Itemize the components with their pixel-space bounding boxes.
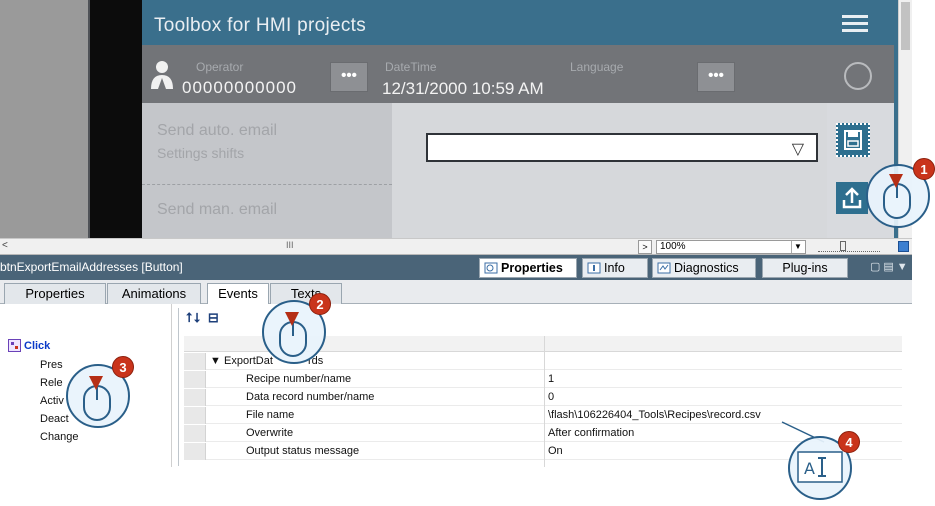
param-name: Output status message — [246, 445, 360, 457]
param-row[interactable]: Recipe number/name 1 — [184, 371, 902, 388]
datetime-value: 12/31/2000 10:59 AM — [382, 79, 544, 98]
user-icon — [150, 60, 174, 90]
tab-properties[interactable]: Properties — [479, 258, 577, 278]
export-email-addresses-button[interactable] — [836, 182, 868, 214]
operator-more-button[interactable]: ••• — [330, 62, 368, 92]
diagnostics-icon — [657, 261, 671, 274]
upload-icon — [842, 187, 862, 209]
info-icon — [587, 261, 601, 274]
device-frame — [90, 0, 142, 238]
splitter[interactable] — [178, 308, 179, 466]
events-panel: Click Pres Rele Activ Deact Change ⭡⭣ ⊟ … — [0, 304, 912, 467]
properties-icon — [484, 261, 498, 274]
callout-number-badge: 1 — [913, 158, 935, 180]
scroll-right-icon[interactable]: > — [638, 240, 652, 254]
event-click[interactable]: Click — [24, 340, 50, 352]
expand-triangle-icon[interactable]: ▼ — [210, 355, 221, 367]
operator-value: 00000000000 — [182, 78, 298, 97]
subtab-properties[interactable]: Properties — [4, 283, 106, 304]
expand-icon[interactable]: ⊟ — [208, 310, 221, 325]
subtab-texts[interactable]: Texts — [270, 283, 342, 304]
email-combo-box[interactable]: ▽ — [426, 133, 818, 162]
zoom-slider[interactable] — [818, 241, 880, 252]
chevron-down-icon: ▼ — [791, 241, 804, 253]
subtab-events[interactable]: Events — [207, 283, 269, 305]
zoom-select[interactable]: 100% ▼ — [656, 240, 806, 254]
param-value[interactable]: On — [548, 445, 563, 457]
param-value[interactable]: 0 — [548, 391, 554, 403]
param-name: Data record number/name — [246, 391, 375, 403]
hmi-screen: Toolbox for HMI projects Operator 000000… — [142, 0, 898, 238]
event-press[interactable]: Pres — [40, 359, 63, 371]
inspector-title-bar: btnExportEmailAddresses [Button] Propert… — [0, 255, 912, 280]
language-label: Language — [570, 60, 624, 74]
operator-label: Operator — [196, 60, 244, 74]
send-man-email-item[interactable]: Send man. email — [157, 201, 277, 219]
scroll-left-icon[interactable]: < — [2, 240, 8, 251]
move-down-icon[interactable]: ⭣ — [194, 310, 202, 325]
subtab-animations[interactable]: Animations — [107, 283, 201, 304]
inspector-subtabs: Properties Animations Events Texts — [0, 280, 912, 305]
tab-diagnostics[interactable]: Diagnostics — [652, 258, 756, 278]
move-up-icon[interactable]: ⭡ — [186, 310, 194, 325]
save-button[interactable] — [836, 123, 870, 157]
circle-button[interactable] — [844, 62, 872, 90]
param-name: Overwrite — [246, 427, 294, 439]
callout-number-badge: 2 — [309, 293, 331, 315]
hmi-title: Toolbox for HMI projects — [154, 15, 367, 36]
hmi-content-area — [392, 103, 827, 238]
floppy-disk-icon — [844, 130, 862, 150]
grid-column-divider — [544, 336, 545, 467]
menu-icon[interactable] — [842, 15, 868, 33]
param-name: File name — [246, 409, 295, 421]
event-release[interactable]: Rele — [40, 377, 63, 389]
tab-plug-ins[interactable]: Plug-ins — [762, 258, 848, 278]
zoom-value: 100% — [660, 241, 686, 252]
window-controls-icon[interactable]: ▢▤▼ — [870, 260, 911, 273]
param-value[interactable]: \flash\106226404_Tools\Recipes\record.cs… — [548, 409, 761, 421]
scroll-grip-icon[interactable]: III — [286, 240, 294, 250]
callout-number-badge: 4 — [838, 431, 860, 453]
event-function-icon — [8, 339, 21, 355]
callout-number-badge: 3 — [112, 356, 134, 378]
event-deactivate[interactable]: Deact — [40, 413, 69, 425]
function-list-toolbar[interactable]: ⭡⭣ ⊟ — [186, 310, 221, 326]
param-value[interactable]: After confirmation — [548, 427, 634, 439]
object-title: btnExportEmailAddresses [Button] — [0, 260, 183, 274]
param-name: Recipe number/name — [246, 373, 352, 385]
send-auto-email-item[interactable]: Send auto. email — [157, 122, 277, 140]
settings-shifts-item[interactable]: Settings shifts — [157, 145, 244, 161]
dropdown-arrow-icon: ▽ — [791, 141, 804, 158]
divider — [142, 184, 392, 185]
editor-status-strip: < III > 100% ▼ — [0, 238, 912, 255]
tab-info[interactable]: Info — [582, 258, 648, 278]
language-more-button[interactable]: ••• — [697, 62, 735, 92]
event-change[interactable]: Change — [40, 431, 79, 443]
param-row[interactable]: Data record number/name 0 — [184, 389, 902, 406]
fit-screen-icon[interactable] — [898, 241, 909, 252]
param-value[interactable]: 1 — [548, 373, 554, 385]
datetime-label: DateTime — [385, 60, 437, 74]
event-activate[interactable]: Activ — [40, 395, 64, 407]
hmi-screen-editor: Toolbox for HMI projects Operator 000000… — [0, 0, 912, 238]
svg-text:A: A — [804, 459, 815, 478]
